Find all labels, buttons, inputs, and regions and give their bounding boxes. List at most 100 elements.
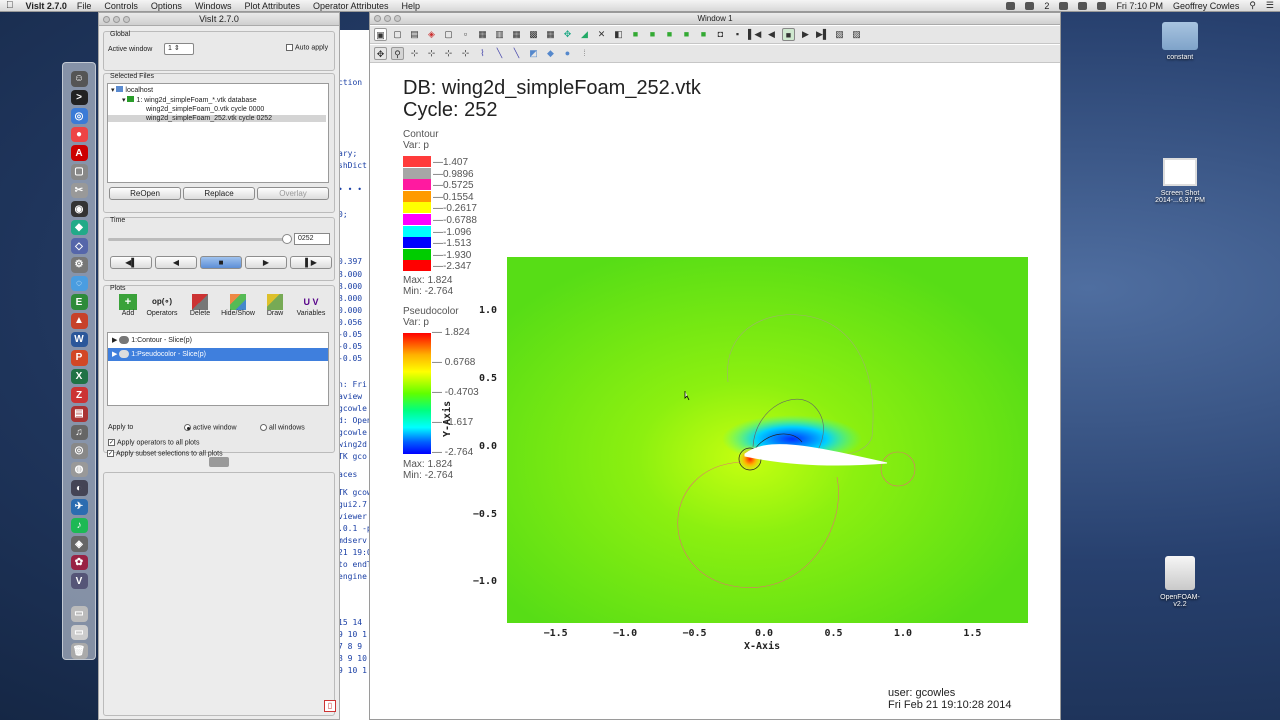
lock-time-icon[interactable]: ◢ xyxy=(578,28,591,41)
axis-tool-icon[interactable]: ⊹ xyxy=(442,47,455,60)
preview-icon[interactable]: ▢ xyxy=(70,164,88,180)
app-icon[interactable]: ▲ xyxy=(70,312,88,329)
minimize-icon[interactable] xyxy=(113,16,120,23)
gui-titlebar[interactable]: VisIt 2.7.0 xyxy=(99,13,339,26)
app-icon[interactable]: ◍ xyxy=(70,461,88,478)
word-icon[interactable]: W xyxy=(70,331,88,348)
app-icon[interactable]: ◐ xyxy=(70,480,88,497)
menu-plot-attributes[interactable]: Plot Attributes xyxy=(244,1,300,11)
last-frame-icon[interactable]: ▶▌ xyxy=(816,28,829,41)
splitter-handle[interactable] xyxy=(209,457,229,467)
book-icon[interactable]: ▯ xyxy=(324,700,336,712)
delete-button[interactable]: Delete xyxy=(182,294,218,317)
copy-window-icon[interactable]: ▤ xyxy=(408,28,421,41)
apply-subset-checkbox[interactable]: ✓ Apply subset selections to all plots xyxy=(107,450,223,457)
tree-file-row[interactable]: wing2d_simpleFoam_0.vtk cycle 0000 xyxy=(146,106,264,113)
desktop-screenshot[interactable]: Screen Shot 2014-...6.37 PM xyxy=(1143,158,1217,204)
new-window-icon[interactable]: ▢ xyxy=(391,28,404,41)
tool-icon[interactable]: ✂ xyxy=(70,182,88,199)
image-icon[interactable]: ▨ xyxy=(850,28,863,41)
acrobat-icon[interactable]: A xyxy=(70,145,88,162)
layout-7-icon[interactable]: ▦ xyxy=(544,28,557,41)
menubar-clock[interactable]: Fri 7:10 PM xyxy=(1116,1,1163,11)
pressure-plot[interactable] xyxy=(507,257,1028,623)
menubar-user[interactable]: Geoffrey Cowles xyxy=(1173,1,1239,11)
plot-list-item[interactable]: ▶ 1:Contour - Slice(p) xyxy=(108,334,328,347)
lock-tools-icon[interactable]: ✕ xyxy=(595,28,608,41)
spotlight-icon[interactable]: ⚲ xyxy=(1249,0,1256,11)
tree-database-row[interactable]: ▾ 1: wing2d_simpleFoam_*.vtk database xyxy=(122,96,257,104)
lock-view-icon[interactable]: ✥ xyxy=(561,28,574,41)
line-tool-icon[interactable]: ╲ xyxy=(510,47,523,60)
menu-file[interactable]: File xyxy=(77,1,92,11)
app-icon[interactable]: ◈ xyxy=(70,536,88,552)
notifications-icon[interactable]: ☰ xyxy=(1266,0,1274,11)
all-windows-radio[interactable]: all windows xyxy=(260,424,305,431)
layout-6-icon[interactable]: ▩ xyxy=(527,28,540,41)
axis-tool-icon[interactable]: ⊹ xyxy=(425,47,438,60)
stop-frame-icon[interactable]: ■ xyxy=(782,28,795,41)
menu-options[interactable]: Options xyxy=(151,1,182,11)
layout-2-icon[interactable]: ▫ xyxy=(459,28,472,41)
layout-3-icon[interactable]: ▦ xyxy=(476,28,489,41)
box-tool-icon[interactable]: ◆ xyxy=(544,47,557,60)
active-window-select[interactable]: 1 ⇕ xyxy=(164,43,194,55)
settings-icon[interactable]: ⚙ xyxy=(70,257,88,273)
operators-button[interactable]: op(∘) Operators xyxy=(142,294,182,317)
battery-icon[interactable] xyxy=(1097,1,1107,10)
apple-icon[interactable]:  xyxy=(6,0,14,11)
layout-4-icon[interactable]: ▥ xyxy=(493,28,506,41)
cube-icon[interactable]: ■ xyxy=(646,28,659,41)
visualization-area[interactable]: DB: wing2d_simpleFoam_252.vtk Cycle: 252… xyxy=(370,63,1060,719)
zoom-icon[interactable] xyxy=(123,16,130,23)
split-icon[interactable]: ⁞ xyxy=(578,47,591,60)
excel-icon[interactable]: X xyxy=(70,368,88,385)
overlay-button[interactable]: Overlay xyxy=(257,187,329,200)
camera-icon[interactable]: ◉ xyxy=(70,201,88,217)
safari-icon[interactable]: ◎ xyxy=(70,108,88,124)
cube-icon[interactable]: ■ xyxy=(680,28,693,41)
volume-icon[interactable] xyxy=(1078,1,1088,10)
clone-icon[interactable]: ◧ xyxy=(612,28,625,41)
evernote-icon[interactable]: E xyxy=(70,294,88,310)
close-icon[interactable] xyxy=(374,15,381,22)
menu-windows[interactable]: Windows xyxy=(195,1,232,11)
axis-tool-icon[interactable]: ⊹ xyxy=(408,47,421,60)
tree-host-row[interactable]: ▾ localhost xyxy=(111,86,153,94)
powerpoint-icon[interactable]: P xyxy=(70,350,88,366)
save-image-icon[interactable]: ▧ xyxy=(833,28,846,41)
play-frame-icon[interactable]: ▶ xyxy=(799,28,812,41)
cube-icon[interactable]: ■ xyxy=(697,28,710,41)
replace-button[interactable]: Replace xyxy=(183,187,255,200)
layout-1-icon[interactable]: ▢ xyxy=(442,28,455,41)
hide-show-button[interactable]: Hide/Show xyxy=(218,294,258,317)
app-icon[interactable]: ♫ xyxy=(70,424,88,441)
menu-controls[interactable]: Controls xyxy=(104,1,138,11)
line-tool-icon[interactable]: ╲ xyxy=(493,47,506,60)
status-icon[interactable] xyxy=(1006,1,1016,10)
prev-frame-icon[interactable]: ◀ xyxy=(765,28,778,41)
finder-icon[interactable]: ☺ xyxy=(70,71,88,87)
visit-icon[interactable]: V xyxy=(70,573,88,590)
stop-button[interactable]: ■ xyxy=(200,256,242,269)
reopen-button[interactable]: ReOpen xyxy=(109,187,181,200)
forward-step-button[interactable]: ▌▶ xyxy=(290,256,332,269)
auto-apply-checkbox[interactable]: Auto apply xyxy=(286,44,328,51)
navigate-icon[interactable]: ✥ xyxy=(374,47,387,60)
app-icon[interactable]: ◎ xyxy=(70,443,88,459)
desktop-disk[interactable]: OpenFOAM- v2.2 xyxy=(1150,556,1210,608)
viewer-titlebar[interactable]: Window 1 xyxy=(370,13,1060,25)
tree-file-row-selected[interactable]: wing2d_simpleFoam_252.vtk cycle 0252 xyxy=(108,115,326,122)
close-icon[interactable] xyxy=(103,16,110,23)
folder-icon[interactable]: ▭ xyxy=(70,606,88,622)
chrome-icon[interactable]: ● xyxy=(70,126,88,143)
layout-5-icon[interactable]: ▦ xyxy=(510,28,523,41)
cube-icon[interactable]: ■ xyxy=(663,28,676,41)
app-icon[interactable]: ◌ xyxy=(70,275,88,292)
file-tree[interactable]: ▾ localhost ▾ 1: wing2d_simpleFoam_*.vtk… xyxy=(107,83,329,183)
app-icon[interactable]: ✈ xyxy=(70,499,88,515)
app-icon[interactable]: ◆ xyxy=(70,219,88,236)
folder-icon[interactable]: ▭ xyxy=(70,624,88,641)
first-frame-icon[interactable]: ▌◀ xyxy=(748,28,761,41)
background-terminal[interactable]: ction ary; shDict • • • 0; 0.397 8.000 8.000 8.0… xyxy=(336,30,370,720)
